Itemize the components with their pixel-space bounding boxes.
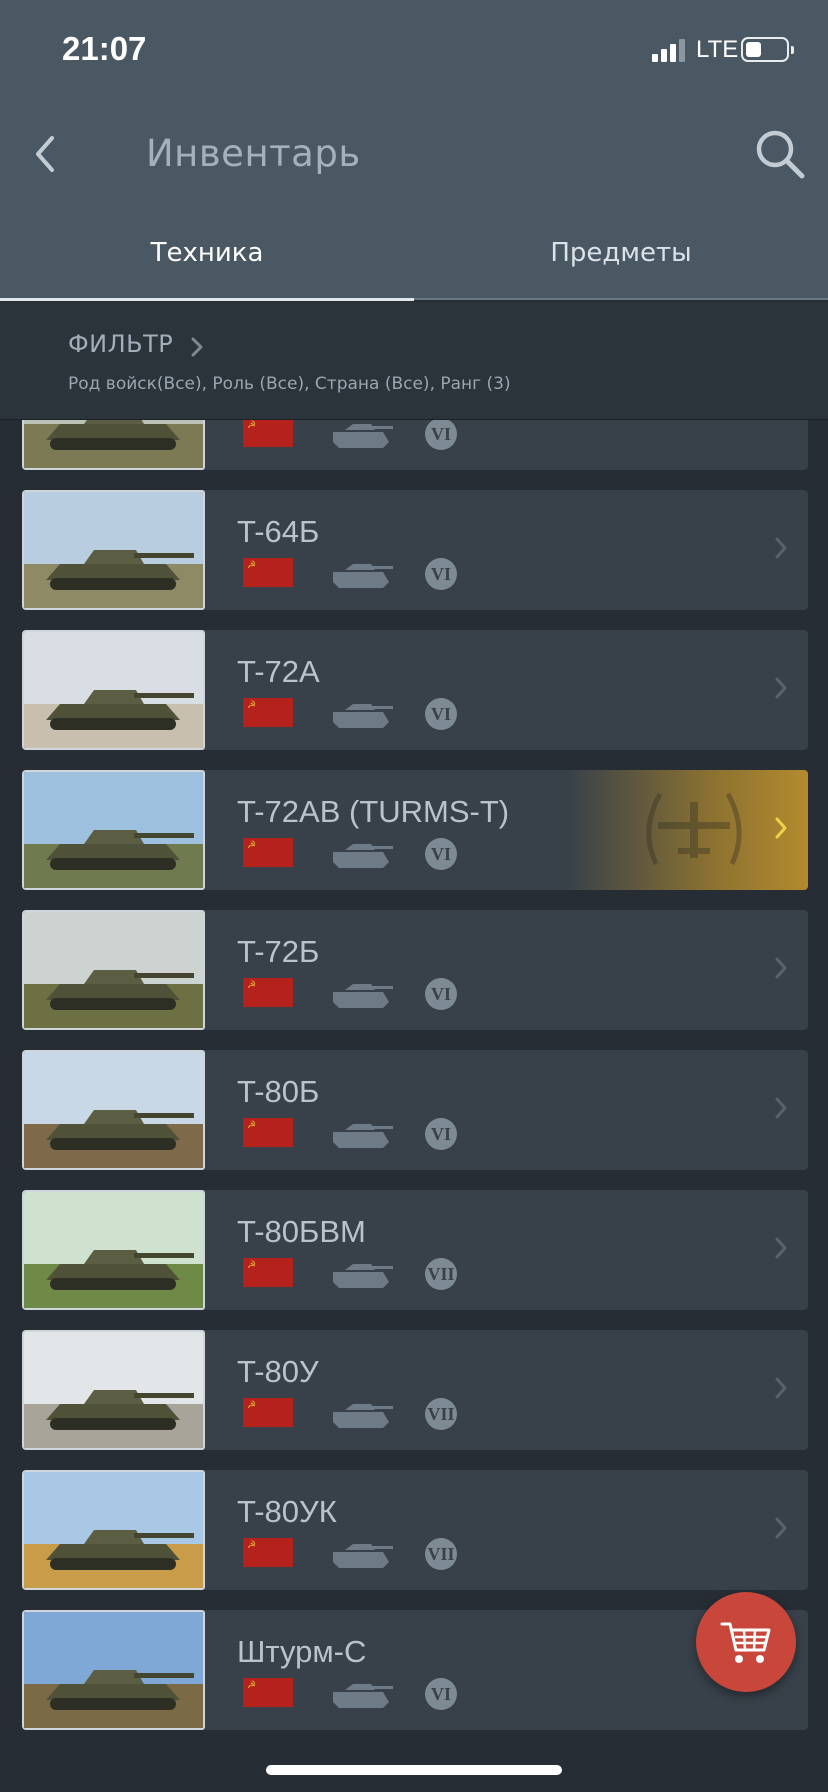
rank-badge: VI [425, 1678, 457, 1710]
network-type: LTE [696, 36, 739, 63]
aircraft-laurel-emblem-icon [646, 792, 742, 866]
rank-badge: VII [425, 1538, 457, 1570]
rank-badge: VI [425, 1118, 457, 1150]
vehicle-row[interactable]: T-80БВМ ☭ VII [22, 1190, 808, 1310]
tab-items[interactable]: Предметы [414, 238, 828, 288]
ussr-flag-icon: ☭ [243, 1538, 293, 1567]
filter-bar[interactable]: ФИЛЬТР Род войск(Все), Роль (Все), Стран… [0, 302, 828, 420]
page-title: Инвентарь [146, 132, 361, 175]
app-header: Инвентарь Техника Предметы [0, 100, 828, 301]
battery-icon [741, 37, 794, 62]
vehicle-name: T-80БВМ [237, 1214, 366, 1249]
home-indicator [266, 1765, 562, 1775]
chevron-right-icon [191, 337, 203, 357]
vehicle-name: T-80УК [237, 1494, 337, 1529]
vehicle-thumbnail [22, 1190, 205, 1310]
filter-summary: Род войск(Все), Роль (Все), Страна (Все)… [68, 374, 511, 394]
ussr-flag-icon: ☭ [243, 978, 293, 1007]
vehicle-thumbnail [22, 420, 205, 470]
vehicle-name: T-72A [237, 654, 320, 689]
rank-badge: VI [425, 420, 457, 450]
vehicle-row[interactable]: T-80УК ☭ VII [22, 1470, 808, 1590]
vehicle-row[interactable]: T-72Б ☭ VI [22, 910, 808, 1030]
vehicle-thumbnail [22, 1330, 205, 1450]
vehicle-name: Штурм-С [237, 1634, 367, 1669]
tank-icon [333, 424, 393, 448]
ussr-flag-icon: ☭ [243, 420, 293, 447]
rank-badge: VII [425, 1398, 457, 1430]
status-bar: 21:07 LTE [0, 0, 828, 100]
vehicle-row[interactable]: T-64A (1971)☭VI [22, 420, 808, 470]
status-time: 21:07 [62, 30, 147, 67]
vehicle-name: T-64Б [237, 514, 320, 549]
vehicle-list: T-64A (1971)☭VIT-64Б☭VIT-72A☭VIT-72AB (T… [0, 420, 828, 1792]
vehicle-thumbnail [22, 910, 205, 1030]
ussr-flag-icon: ☭ [243, 1678, 293, 1707]
ussr-flag-icon: ☭ [243, 1118, 293, 1147]
chevron-right-icon [775, 537, 787, 559]
ussr-flag-icon: ☭ [243, 1258, 293, 1287]
signal-icon [652, 38, 686, 62]
tank-icon [333, 984, 393, 1008]
rank-badge: VI [425, 978, 457, 1010]
tank-icon [333, 844, 393, 868]
cart-icon [720, 1622, 771, 1663]
vehicle-thumbnail [22, 630, 205, 750]
tank-icon [333, 704, 393, 728]
vehicle-thumbnail [22, 1610, 205, 1730]
vehicle-thumbnail [22, 770, 205, 890]
rank-badge: VI [425, 838, 457, 870]
rank-badge: VII [425, 1258, 457, 1290]
chevron-right-icon [775, 1517, 787, 1539]
vehicle-row[interactable]: T-72A ☭ VI [22, 630, 808, 750]
vehicle-thumbnail [22, 1470, 205, 1590]
vehicle-thumbnail [22, 490, 205, 610]
chevron-right-icon [775, 1097, 787, 1119]
tank-icon [333, 1264, 393, 1288]
ussr-flag-icon: ☭ [243, 1398, 293, 1427]
ussr-flag-icon: ☭ [243, 838, 293, 867]
cart-button[interactable] [696, 1592, 796, 1692]
vehicle-row[interactable]: T-72AB (TURMS-T) ☭ VI [22, 770, 808, 890]
tab-vehicles[interactable]: Техника [0, 238, 414, 288]
vehicle-thumbnail [22, 1050, 205, 1170]
chevron-right-icon [775, 677, 787, 699]
vehicle-name: T-80Б [237, 1074, 320, 1109]
search-icon[interactable] [752, 126, 808, 182]
vehicle-row[interactable]: T-80У ☭ VII [22, 1330, 808, 1450]
rank-badge: VI [425, 558, 457, 590]
chevron-right-icon [775, 957, 787, 979]
vehicle-name: T-72AB (TURMS-T) [237, 794, 510, 829]
chevron-right-icon [775, 1377, 787, 1399]
vehicle-row[interactable]: Штурм-С ☭ VI [22, 1610, 808, 1730]
vehicle-row[interactable]: T-80Б ☭ VI [22, 1050, 808, 1170]
tank-icon [333, 564, 393, 588]
ussr-flag-icon: ☭ [243, 698, 293, 727]
rank-badge: VI [425, 698, 457, 730]
vehicle-name: T-80У [237, 1354, 319, 1389]
tank-icon [333, 1684, 393, 1708]
tank-icon [333, 1124, 393, 1148]
ussr-flag-icon: ☭ [243, 558, 293, 587]
chevron-right-icon [775, 817, 787, 839]
vehicle-row[interactable]: T-64Б ☭ VI [22, 490, 808, 610]
tab-divider [414, 298, 828, 300]
back-icon[interactable] [28, 130, 64, 178]
tank-icon [333, 1544, 393, 1568]
vehicle-name: T-72Б [237, 934, 320, 969]
tank-icon [333, 1404, 393, 1428]
filter-title: ФИЛЬТР [68, 330, 174, 358]
chevron-right-icon [775, 1237, 787, 1259]
active-tab-indicator [0, 298, 414, 301]
